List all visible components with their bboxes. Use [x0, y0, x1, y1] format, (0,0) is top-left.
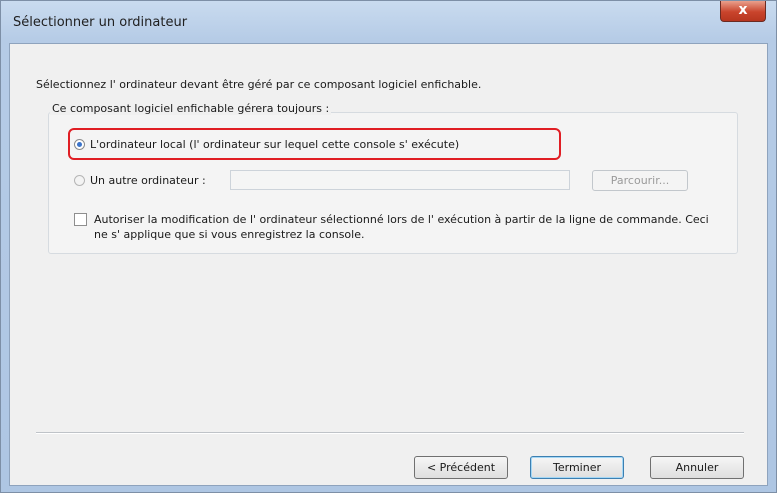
- computer-name-input[interactable]: [230, 170, 570, 190]
- dialog-window: Sélectionner un ordinateur x Sélectionne…: [0, 0, 777, 493]
- back-button[interactable]: < Précédent: [414, 456, 508, 479]
- instruction-text: Sélectionnez l' ordinateur devant être g…: [36, 78, 482, 91]
- allow-change-checkbox[interactable]: [74, 213, 87, 226]
- radio-other-label[interactable]: Un autre ordinateur :: [90, 174, 206, 187]
- browse-button[interactable]: Parcourir...: [592, 170, 688, 191]
- radio-local-computer[interactable]: L'ordinateur local (l' ordinateur sur le…: [74, 138, 459, 151]
- cancel-button[interactable]: Annuler: [650, 456, 744, 479]
- allow-change-label[interactable]: Autoriser la modification de l' ordinate…: [94, 212, 714, 242]
- window-title: Sélectionner un ordinateur: [13, 15, 188, 30]
- close-icon: x: [738, 2, 748, 18]
- radio-local-label[interactable]: L'ordinateur local (l' ordinateur sur le…: [90, 138, 459, 151]
- allow-change-option[interactable]: Autoriser la modification de l' ordinate…: [74, 212, 714, 242]
- title-bar[interactable]: Sélectionner un ordinateur x: [1, 1, 776, 43]
- close-button[interactable]: x: [720, 1, 766, 22]
- dialog-body: Sélectionnez l' ordinateur devant être g…: [9, 43, 768, 486]
- radio-other-computer[interactable]: Un autre ordinateur :: [74, 174, 206, 187]
- radio-unselected-icon[interactable]: [74, 175, 85, 186]
- finish-button[interactable]: Terminer: [530, 456, 624, 479]
- group-label: Ce composant logiciel enfichable gérera …: [50, 102, 332, 115]
- footer-separator: [36, 432, 744, 434]
- radio-selected-icon[interactable]: [74, 139, 85, 150]
